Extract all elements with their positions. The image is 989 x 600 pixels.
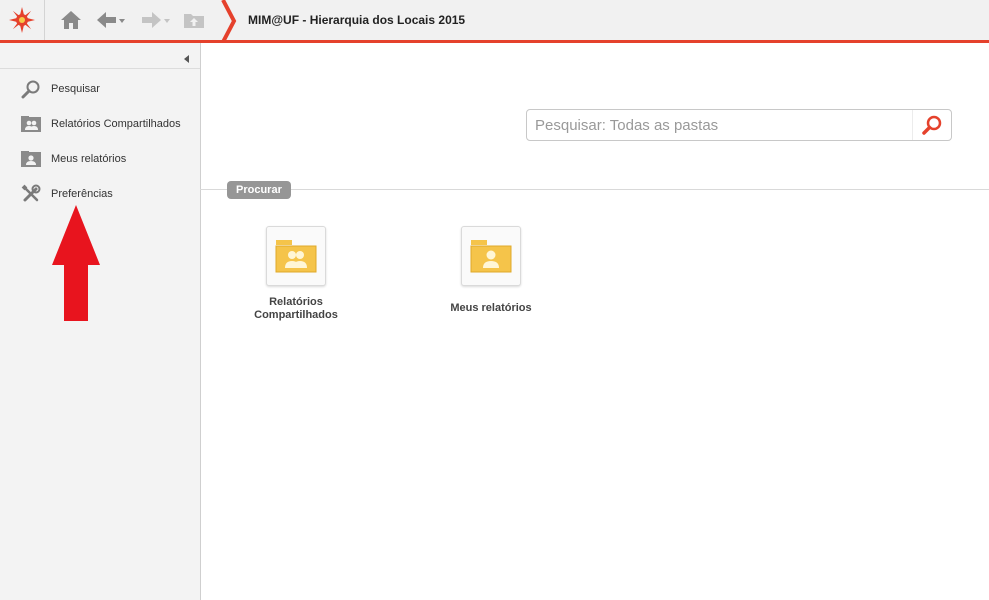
- sidebar-divider: [0, 68, 200, 69]
- search-box: [526, 109, 952, 141]
- folder-label: Meus relatórios: [431, 302, 551, 315]
- user-folder-icon: [20, 149, 42, 169]
- sidebar: Pesquisar Relatórios Compartilhados Meus: [0, 43, 201, 600]
- folder-label-line: Meus relatórios: [450, 302, 532, 314]
- breadcrumb-chevron-icon: [221, 0, 237, 43]
- home-icon: [61, 11, 81, 29]
- home-button[interactable]: [60, 8, 82, 32]
- section-divider: [200, 189, 989, 190]
- search-input[interactable]: [527, 110, 912, 140]
- folder-up-button[interactable]: [183, 8, 205, 32]
- back-button[interactable]: [95, 8, 127, 32]
- sidebar-item-label: Preferências: [51, 188, 113, 200]
- shared-folder-icon: [275, 240, 317, 273]
- sidebar-item-label: Relatórios Compartilhados: [51, 118, 181, 130]
- wrench-icon: [20, 184, 42, 204]
- sidebar-item-relatorios-compartilhados[interactable]: Relatórios Compartilhados: [20, 113, 190, 135]
- folder-thumbnail: [461, 226, 521, 286]
- sidebar-item-meus-relatorios[interactable]: Meus relatórios: [20, 148, 190, 170]
- collapse-sidebar-button[interactable]: [182, 51, 192, 63]
- folder-thumbnail: [266, 226, 326, 286]
- sidebar-item-pesquisar[interactable]: Pesquisar: [20, 78, 190, 100]
- search-button[interactable]: [912, 110, 951, 140]
- page-title: MIM@UF - Hierarquia dos Locais 2015: [248, 13, 466, 27]
- search-icon: [20, 79, 42, 99]
- folder-tile-relatorios-compartilhados[interactable]: Relatórios Compartilhados: [236, 226, 356, 322]
- folder-label: Relatórios Compartilhados: [236, 296, 356, 322]
- folder-up-icon: [184, 14, 204, 28]
- folder-tile-meus-relatorios[interactable]: Meus relatórios: [431, 226, 551, 315]
- forward-icon: [142, 12, 170, 28]
- section-label-procurar: Procurar: [227, 181, 291, 199]
- app-logo[interactable]: [0, 0, 45, 40]
- logo-sun-icon: [9, 7, 35, 33]
- user-folder-icon: [470, 240, 512, 273]
- shared-folder-icon: [20, 114, 42, 134]
- sidebar-item-label: Meus relatórios: [51, 153, 127, 165]
- search-icon: [922, 115, 942, 135]
- top-toolbar: MIM@UF - Hierarquia dos Locais 2015: [0, 0, 989, 43]
- folder-label-line: Relatórios: [269, 296, 323, 308]
- forward-button[interactable]: [140, 8, 172, 32]
- folder-label-line: Compartilhados: [254, 309, 338, 321]
- red-up-arrow: [52, 205, 100, 321]
- sidebar-item-preferencias[interactable]: Preferências: [20, 183, 190, 205]
- sidebar-item-label: Pesquisar: [51, 83, 100, 95]
- triangle-left-icon: [184, 55, 189, 63]
- back-icon: [97, 12, 125, 28]
